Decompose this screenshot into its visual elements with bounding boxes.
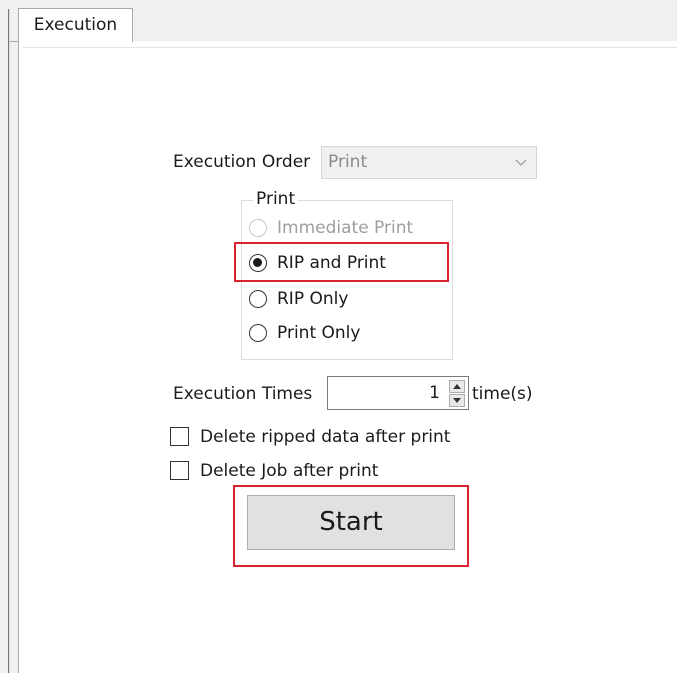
checkbox-label: Delete Job after print [200,461,379,481]
checkbox-box[interactable] [170,427,189,446]
print-group-title: Print [253,189,299,209]
radio-button[interactable] [249,324,267,342]
radio-button [249,219,267,237]
panel-divider [23,47,677,48]
radio-label: Immediate Print [277,218,414,238]
execution-times-stepper[interactable]: 1 [327,376,469,410]
radio-rip-and-print[interactable]: RIP and Print [249,251,449,277]
arrow-down-icon [453,398,461,403]
execution-times-label: Execution Times [173,384,313,404]
radio-button[interactable] [249,254,267,272]
checkbox-label: Delete ripped data after print [200,427,451,447]
execution-order-dropdown[interactable]: Print [321,146,537,179]
checkbox-box[interactable] [170,461,189,480]
execution-times-value[interactable]: 1 [429,383,440,403]
execution-times-unit: time(s) [472,384,533,404]
radio-selected-dot [253,258,262,267]
execution-order-value: Print [328,152,368,172]
radio-label: RIP and Print [277,253,386,273]
execution-order-label: Execution Order [173,152,311,172]
start-button[interactable]: Start [247,495,455,550]
spin-up-button[interactable] [449,380,465,393]
radio-print-only[interactable]: Print Only [249,321,449,347]
checkbox-delete-job[interactable]: Delete Job after print [170,459,470,483]
checkbox-delete-ripped-data[interactable]: Delete ripped data after print [170,425,470,449]
radio-label: RIP Only [277,289,349,309]
arrow-up-icon [453,384,461,389]
chevron-down-icon [515,159,527,166]
radio-label: Print Only [277,323,361,343]
spin-down-button[interactable] [449,394,465,407]
tab-execution[interactable]: Execution [18,8,133,42]
window-left-edge [8,9,10,673]
radio-immediate-print: Immediate Print [249,216,449,242]
radio-button[interactable] [249,290,267,308]
radio-rip-only[interactable]: RIP Only [249,287,449,313]
